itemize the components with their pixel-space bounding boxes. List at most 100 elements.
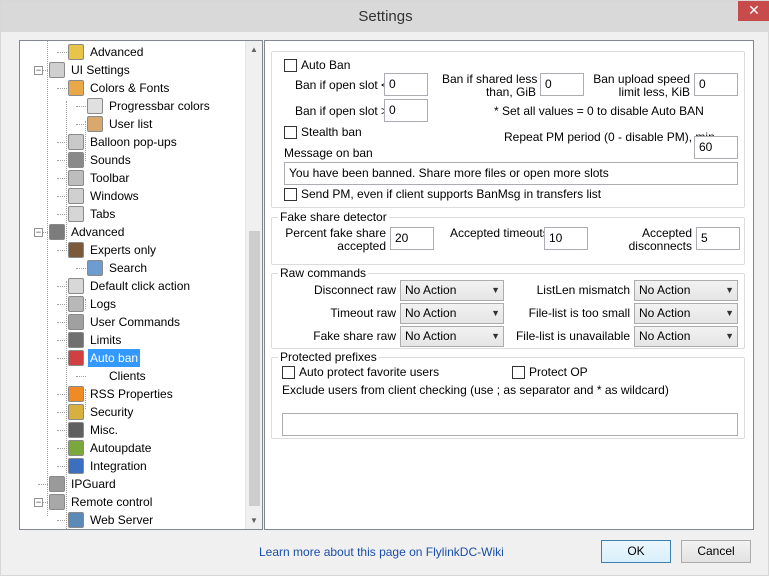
tree-item-ui-settings[interactable]: UI Settings bbox=[49, 61, 132, 79]
tree-item-auto-ban[interactable]: Auto ban bbox=[68, 349, 141, 367]
open-slot-lt-input[interactable]: 0 bbox=[384, 73, 428, 96]
autoban-icon bbox=[68, 350, 84, 366]
shared-less-input[interactable]: 0 bbox=[540, 73, 584, 96]
tree-item-tabs[interactable]: Tabs bbox=[68, 205, 117, 223]
disconnects-input[interactable]: 5 bbox=[696, 227, 740, 250]
tree-item-toolbar[interactable]: Toolbar bbox=[68, 169, 131, 187]
scroll-thumb[interactable] bbox=[249, 231, 260, 506]
percent-fake-input[interactable]: 20 bbox=[390, 227, 434, 250]
tree-item-remote-control[interactable]: Remote control bbox=[49, 493, 154, 511]
tree-item-label: UI Settings bbox=[71, 63, 130, 77]
tree-item-web-server[interactable]: Web Server bbox=[68, 511, 155, 529]
protect-op-checkbox[interactable]: Protect OP bbox=[512, 365, 588, 380]
upload-limit-input[interactable]: 0 bbox=[694, 73, 738, 96]
exclude-input[interactable] bbox=[282, 413, 738, 436]
timeout-raw-select[interactable]: No Action ▼ bbox=[400, 303, 504, 324]
users-icon bbox=[87, 116, 103, 132]
wiki-link[interactable]: Learn more about this page on FlylinkDC-… bbox=[259, 545, 504, 559]
tree-item-autoupdate[interactable]: Autoupdate bbox=[68, 439, 153, 457]
filelist-small-select[interactable]: No Action ▼ bbox=[634, 303, 738, 324]
tree-item-label: IPGuard bbox=[71, 477, 116, 491]
remote-icon bbox=[49, 494, 65, 510]
disable-note: * Set all values = 0 to disable Auto BAN bbox=[494, 104, 704, 118]
tree-item-rss-properties[interactable]: RSS Properties bbox=[68, 385, 175, 403]
scroll-up-arrow[interactable]: ▲ bbox=[246, 41, 262, 58]
expert-icon bbox=[68, 242, 84, 258]
tree-item-label: Progressbar colors bbox=[109, 99, 210, 113]
tree-item-misc-[interactable]: Misc. bbox=[68, 421, 120, 439]
tree-item-label: Advanced bbox=[90, 45, 144, 59]
rss-icon bbox=[68, 386, 84, 402]
tree-item-label: Web Server bbox=[90, 513, 154, 527]
chevron-down-icon: ▼ bbox=[491, 331, 500, 341]
tree-item-label: Misc. bbox=[90, 423, 118, 437]
open-slot-gt-label: Ban if open slot > bbox=[295, 104, 389, 118]
tree-item-user-commands[interactable]: User Commands bbox=[68, 313, 182, 331]
collapse-icon[interactable]: − bbox=[34, 228, 43, 237]
auto-protect-checkbox[interactable]: Auto protect favorite users bbox=[282, 365, 439, 380]
tree-scrollbar[interactable]: ▲ ▼ bbox=[245, 41, 262, 529]
tree-item-label: Remote control bbox=[71, 495, 153, 509]
tree-item-colors-fonts[interactable]: Colors & Fonts bbox=[68, 79, 171, 97]
toolbar-icon bbox=[68, 170, 84, 186]
close-button[interactable]: ✕ bbox=[738, 1, 769, 21]
tree-item-integration[interactable]: Integration bbox=[68, 457, 149, 475]
auto-ban-checkbox[interactable]: Auto Ban bbox=[284, 58, 350, 73]
tree-item-limits[interactable]: Limits bbox=[68, 331, 123, 349]
tree-guide-line bbox=[66, 101, 67, 251]
tree-item-logs[interactable]: Logs bbox=[68, 295, 118, 313]
tree-connector bbox=[76, 106, 86, 107]
disconnect-raw-select[interactable]: No Action ▼ bbox=[400, 280, 504, 301]
stealth-ban-label: Stealth ban bbox=[301, 125, 362, 139]
tree-item-windows[interactable]: Windows bbox=[68, 187, 141, 205]
auto-ban-group: Auto Ban Ban if open slot < 0 Ban if sha… bbox=[271, 51, 745, 208]
tree-item-advanced[interactable]: Advanced bbox=[49, 223, 126, 241]
send-pm-checkbox[interactable]: Send PM, even if client supports BanMsg … bbox=[284, 187, 601, 202]
window-title: Settings bbox=[358, 8, 413, 25]
timeouts-input[interactable]: 10 bbox=[544, 227, 588, 250]
collapse-icon[interactable]: − bbox=[34, 498, 43, 507]
cancel-button[interactable]: Cancel bbox=[681, 540, 751, 563]
chevron-down-icon: ▼ bbox=[725, 308, 734, 318]
collapse-icon[interactable]: − bbox=[34, 66, 43, 75]
stealth-ban-checkbox[interactable]: Stealth ban bbox=[284, 125, 362, 140]
message-input[interactable]: You have been banned. Share more files o… bbox=[284, 162, 738, 185]
document-icon bbox=[87, 98, 103, 114]
tree-item-experts-only[interactable]: Experts only bbox=[68, 241, 158, 259]
mouse-icon bbox=[68, 278, 84, 294]
fake-share-raw-select[interactable]: No Action ▼ bbox=[400, 326, 504, 347]
tree-item-user-list[interactable]: User list bbox=[87, 115, 154, 133]
tree-connector bbox=[57, 88, 67, 89]
tree-item-ipguard[interactable]: IPGuard bbox=[49, 475, 118, 493]
tree-item-clients[interactable]: Clients bbox=[87, 367, 148, 385]
repeat-pm-input[interactable]: 60 bbox=[694, 136, 738, 159]
disconnects-label-1: Accepted bbox=[641, 226, 692, 240]
tree-item-label: Balloon pop-ups bbox=[90, 135, 177, 149]
tree-item-security[interactable]: Security bbox=[68, 403, 135, 421]
speaker-icon bbox=[68, 152, 84, 168]
ok-button[interactable]: OK bbox=[601, 540, 671, 563]
fake-share-raw-label: Fake share raw bbox=[313, 329, 396, 343]
settings-window: Settings ✕ Advanced UI Settings Colors & F… bbox=[0, 0, 769, 576]
tree-item-progressbar-colors[interactable]: Progressbar colors bbox=[87, 97, 212, 115]
tree-item-advanced[interactable]: Advanced bbox=[68, 43, 145, 61]
limits-icon bbox=[68, 332, 84, 348]
tree-item-label: Experts only bbox=[90, 243, 157, 257]
key-icon bbox=[68, 44, 84, 60]
tree-item-label: Security bbox=[90, 405, 134, 419]
filelist-unavailable-label: File-list is unavailable bbox=[515, 329, 630, 343]
tabs-icon bbox=[68, 206, 84, 222]
tree-item-default-click-action[interactable]: Default click action bbox=[68, 277, 192, 295]
listlen-select[interactable]: No Action ▼ bbox=[634, 280, 738, 301]
logs-icon bbox=[68, 296, 84, 312]
tree-item-label: Sounds bbox=[90, 153, 131, 167]
raw-commands-title: Raw commands bbox=[278, 266, 369, 280]
commands-icon bbox=[68, 314, 84, 330]
scroll-down-arrow[interactable]: ▼ bbox=[246, 512, 262, 529]
filelist-unavailable-select[interactable]: No Action ▼ bbox=[634, 326, 738, 347]
tree-item-sounds[interactable]: Sounds bbox=[68, 151, 133, 169]
tree-item-search[interactable]: Search bbox=[87, 259, 149, 277]
open-slot-gt-input[interactable]: 0 bbox=[384, 99, 428, 122]
settings-tree[interactable]: Advanced UI Settings Colors & Fonts Progres… bbox=[19, 40, 263, 530]
protected-prefixes-group: Protected prefixes Auto protect favorite… bbox=[271, 350, 745, 439]
